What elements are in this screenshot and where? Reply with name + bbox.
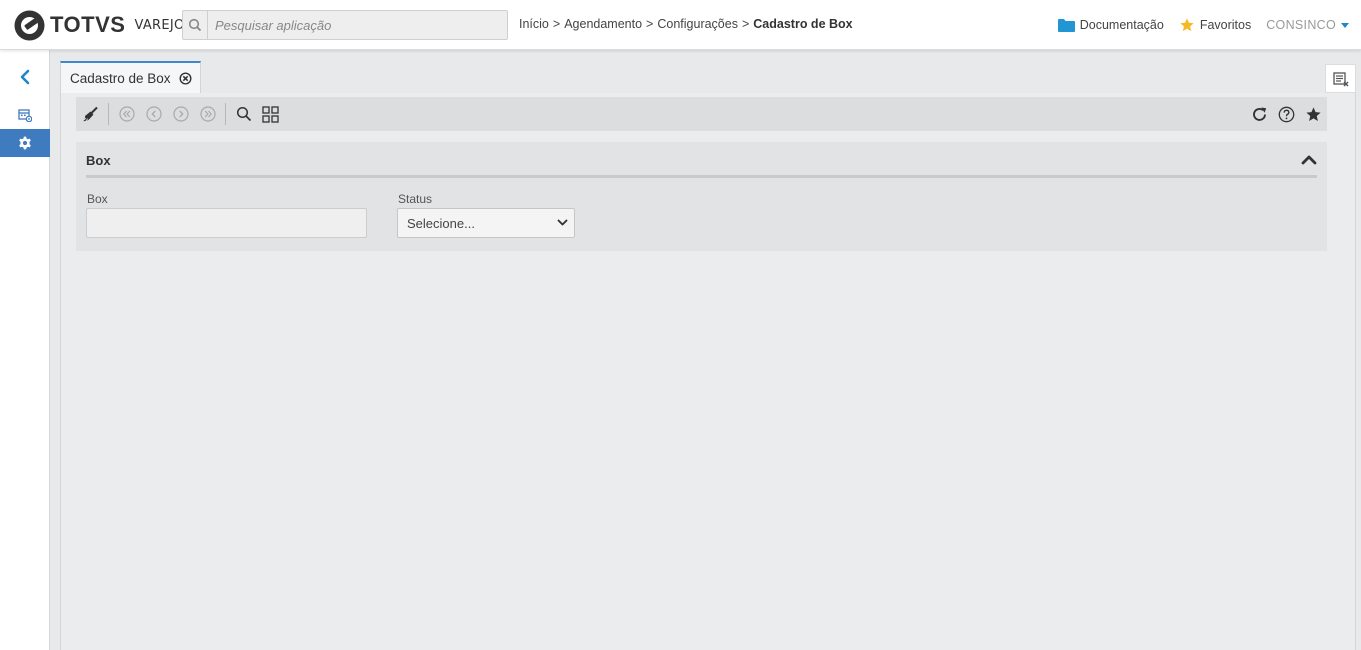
favorites-link[interactable]: Favoritos — [1179, 17, 1251, 33]
status-field-label: Status — [398, 192, 433, 206]
search-icon — [236, 106, 251, 122]
chevron-down-icon — [557, 219, 568, 226]
tab-label: Cadastro de Box — [70, 70, 171, 86]
previous-record-icon — [145, 106, 162, 122]
box-input[interactable] — [86, 208, 367, 238]
first-record-button[interactable] — [113, 100, 140, 128]
breadcrumb: Início > Agendamento > Configurações > Cadastr… — [519, 17, 853, 31]
search-input[interactable] — [208, 11, 507, 39]
app-search — [182, 10, 508, 40]
totvs-logo[interactable]: TOTVS VAREJO — [14, 9, 185, 41]
clear-broom-icon — [83, 106, 98, 121]
breadcrumb-separator: > — [646, 17, 654, 31]
toolbar-divider — [108, 103, 109, 125]
next-record-button[interactable] — [167, 100, 194, 128]
totvs-logo-mark-icon — [14, 10, 45, 40]
last-record-icon — [199, 106, 216, 122]
breadcrumb-item-agendamento[interactable]: Agendamento — [564, 17, 642, 31]
previous-record-button[interactable] — [140, 100, 167, 128]
clear-button[interactable] — [77, 100, 104, 128]
box-section: Box Box Status Selecione... — [76, 142, 1327, 251]
logo-text: TOTVS — [50, 12, 126, 37]
caret-down-icon — [1341, 22, 1349, 28]
record-toolbar — [76, 97, 1327, 131]
header-actions: Documentação Favoritos CONSINCO — [1057, 0, 1361, 50]
collapse-section-button[interactable] — [1300, 151, 1318, 167]
search-icon[interactable] — [183, 11, 208, 39]
folder-icon — [1057, 19, 1075, 32]
next-record-icon — [172, 106, 189, 122]
refresh-icon — [1253, 107, 1267, 121]
breadcrumb-item-inicio[interactable]: Início — [519, 17, 549, 31]
section-title: Box — [86, 153, 111, 168]
calendar-settings-icon — [18, 109, 32, 122]
close-all-tabs-button[interactable] — [1325, 64, 1356, 93]
sidebar-item-agendamento[interactable] — [0, 101, 50, 129]
first-record-icon — [118, 106, 135, 122]
user-menu[interactable]: CONSINCO — [1266, 18, 1349, 32]
toolbar-right — [1246, 100, 1327, 128]
refresh-button[interactable] — [1246, 100, 1273, 128]
status-select[interactable]: Selecione... — [397, 208, 575, 238]
toolbar-divider — [225, 103, 226, 125]
status-selected-value: Selecione... — [407, 215, 475, 231]
sidebar-item-configuracoes[interactable] — [0, 129, 50, 157]
box-field-label: Box — [87, 192, 108, 206]
documentation-link[interactable]: Documentação — [1057, 18, 1164, 32]
help-button[interactable] — [1273, 100, 1300, 128]
last-record-button[interactable] — [194, 100, 221, 128]
breadcrumb-separator: > — [741, 17, 750, 31]
close-all-tabs-icon — [1332, 71, 1348, 86]
breadcrumb-separator: > — [552, 17, 561, 31]
favorites-label: Favoritos — [1199, 18, 1252, 32]
left-sidebar — [0, 50, 50, 650]
section-divider — [86, 175, 1317, 178]
grid-view-button[interactable] — [257, 100, 284, 128]
gear-icon — [19, 136, 31, 150]
tab-content: Box Box Status Selecione... — [60, 93, 1356, 650]
collapse-sidebar-button[interactable] — [0, 63, 50, 91]
documentation-label: Documentação — [1079, 18, 1164, 32]
main-area: Cadastro de Box Box Box Status Selecione… — [60, 50, 1356, 650]
tab-cadastro-de-box[interactable]: Cadastro de Box — [60, 61, 201, 93]
help-icon — [1278, 106, 1295, 122]
breadcrumb-item-configuracoes[interactable]: Configurações — [657, 17, 738, 31]
star-icon — [1180, 18, 1194, 32]
user-label: CONSINCO — [1266, 18, 1336, 32]
search-button[interactable] — [230, 100, 257, 128]
logo-subtext: VAREJO — [134, 17, 185, 33]
grid-view-icon — [262, 105, 279, 123]
breadcrumb-current: Cadastro de Box — [753, 17, 853, 31]
favorite-star-icon — [1306, 106, 1321, 121]
favorite-button[interactable] — [1300, 100, 1327, 128]
chevron-left-icon — [20, 69, 30, 85]
chevron-up-icon — [1301, 155, 1317, 164]
close-tab-icon[interactable] — [179, 71, 192, 85]
top-header: TOTVS VAREJO Início>Agendamento>Configur… — [0, 0, 1361, 50]
